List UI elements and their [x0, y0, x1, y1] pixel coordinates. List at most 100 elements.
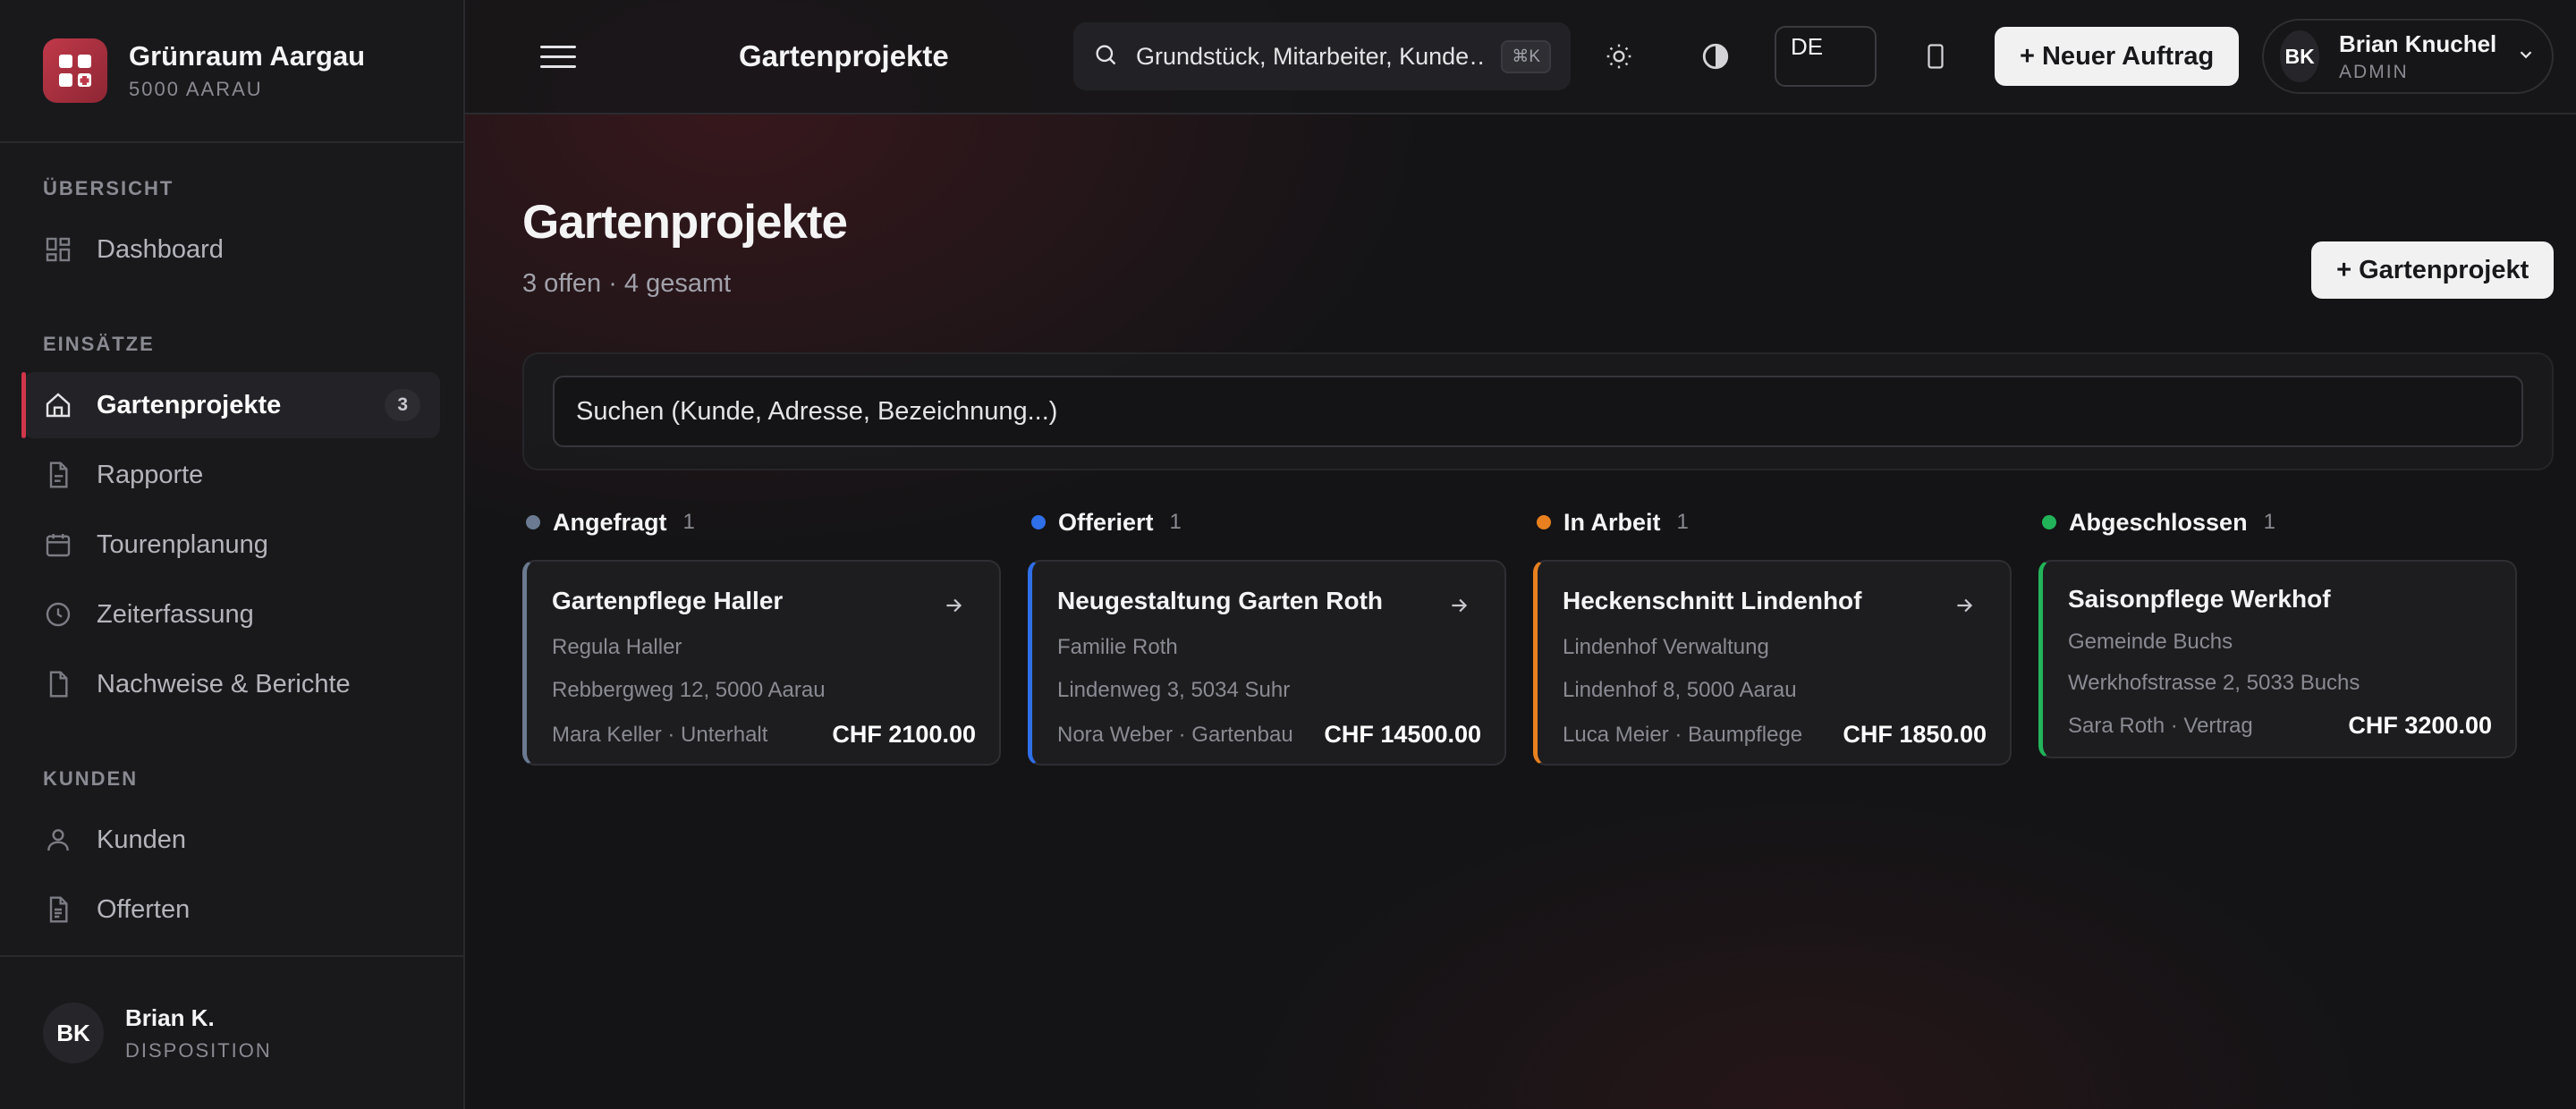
- brand-name: Grünraum Aargau: [129, 40, 366, 72]
- card-client: Familie Roth: [1057, 635, 1178, 659]
- card-title: Gartenpflege Haller: [552, 587, 784, 614]
- calendar-icon: [43, 529, 73, 560]
- sidebar-user-name: Brian K.: [125, 1003, 215, 1031]
- card-title: Neugestaltung Garten Roth: [1057, 587, 1384, 614]
- brand-sub: 5000 AARAU: [129, 78, 263, 100]
- language-select[interactable]: DE: [1775, 26, 1877, 87]
- column-abgeschlossen: Abgeschlossen 1 Saisonpflege Werkhof Gem…: [2038, 504, 2517, 766]
- search-input[interactable]: Grundstück, Mitarbeiter, Kunde…: [1136, 43, 1483, 71]
- card-address: Lindenweg 3, 5034 Suhr: [1057, 678, 1291, 702]
- column-angefragt: Angefragt 1 Gartenpflege Haller Regula H…: [522, 504, 1001, 766]
- avatar: BK: [2280, 30, 2320, 82]
- status-dot: [1031, 515, 1046, 529]
- file-text-icon: [43, 460, 73, 490]
- card-meta: Sara Roth · Vertrag: [2068, 713, 2253, 738]
- app-root: Grünraum Aargau 5000 AARAU ÜBERSICHT Das…: [0, 0, 2576, 1109]
- file-icon: [43, 669, 73, 699]
- column-title: Angefragt: [553, 508, 667, 536]
- page-subtitle: 3 offen · 4 gesamt: [522, 269, 732, 298]
- kanban-board: Angefragt 1 Gartenpflege Haller Regula H…: [522, 504, 2554, 766]
- status-dot: [1537, 515, 1551, 529]
- sidebar: Grünraum Aargau 5000 AARAU ÜBERSICHT Das…: [0, 0, 465, 1109]
- sidebar-item-kunden[interactable]: Kunden: [23, 807, 440, 873]
- column-count: 1: [1169, 510, 1182, 534]
- main-area: Gartenprojekte Grundstück, Mitarbeiter, …: [465, 0, 2576, 1109]
- sun-icon[interactable]: [1590, 28, 1648, 85]
- sidebar-item-label: Gartenprojekte: [97, 390, 282, 419]
- sidebar-nav: ÜBERSICHT Dashboard EINSÄTZE Gartenproje…: [0, 143, 463, 955]
- sidebar-item-label: Kunden: [97, 825, 186, 854]
- mobile-icon[interactable]: [1907, 28, 1964, 85]
- user-icon: [43, 825, 73, 855]
- brand-logo-icon: [43, 38, 107, 103]
- column-title: Abgeschlossen: [2069, 508, 2248, 536]
- new-order-button[interactable]: + Neuer Auftrag: [1995, 27, 2240, 86]
- sidebar-item-gartenprojekte[interactable]: Gartenprojekte 3: [21, 372, 440, 438]
- filter-bar: [522, 352, 2555, 470]
- card-client: Regula Haller: [552, 635, 682, 659]
- card-title: Saisonpflege Werkhof: [2068, 585, 2331, 613]
- sidebar-user[interactable]: BK Brian K. DISPOSITION: [0, 955, 463, 1109]
- card-meta: Mara Keller · Unterhalt: [552, 722, 768, 747]
- arrow-right-icon[interactable]: [1447, 594, 1474, 621]
- sidebar-item-zeiterfassung[interactable]: Zeiterfassung: [23, 581, 440, 648]
- column-header: Angefragt 1: [522, 504, 1001, 540]
- project-card[interactable]: Gartenpflege Haller Regula Haller Rebber…: [522, 560, 1001, 766]
- user-name: Brian Knuchel: [2339, 30, 2497, 57]
- shortcut-hint: ⌘K: [1501, 39, 1551, 73]
- column-offeriert: Offeriert 1 Neugestaltung Garten Roth Fa…: [1028, 504, 1506, 766]
- card-client: Gemeinde Buchs: [2068, 630, 2233, 654]
- card-meta: Luca Meier · Baumpflege: [1563, 722, 1803, 747]
- menu-icon[interactable]: [540, 38, 576, 74]
- home-icon: [43, 390, 73, 420]
- card-amount: CHF 2100.00: [832, 721, 976, 748]
- sidebar-item-label: Tourenplanung: [97, 529, 268, 559]
- card-amount: CHF 14500.00: [1324, 721, 1481, 748]
- arrow-right-icon[interactable]: [942, 594, 969, 621]
- search-icon: [1093, 42, 1118, 72]
- card-address: Rebbergweg 12, 5000 Aarau: [552, 678, 826, 702]
- column-header: In Arbeit 1: [1533, 504, 2012, 540]
- column-in-arbeit: In Arbeit 1 Heckenschnitt Lindenhof Lind…: [1533, 504, 2012, 766]
- card-meta: Nora Weber · Gartenbau: [1057, 722, 1293, 747]
- sidebar-item-dashboard[interactable]: Dashboard: [23, 216, 440, 283]
- sidebar-item-tourenplanung[interactable]: Tourenplanung: [23, 512, 440, 578]
- project-card[interactable]: Saisonpflege Werkhof Gemeinde Buchs Werk…: [2038, 560, 2517, 758]
- chevron-down-icon: [2516, 45, 2536, 69]
- global-search[interactable]: Grundstück, Mitarbeiter, Kunde… ⌘K: [1073, 22, 1571, 90]
- sidebar-item-label: Zeiterfassung: [97, 599, 254, 629]
- sidebar-item-rapporte[interactable]: Rapporte: [23, 442, 440, 508]
- add-project-button[interactable]: + Gartenprojekt: [2311, 241, 2555, 299]
- user-menu[interactable]: BK Brian Knuchel ADMIN: [2262, 19, 2555, 94]
- sidebar-item-label: Nachweise & Berichte: [97, 669, 351, 698]
- nav-section-title: ÜBERSICHT: [43, 177, 174, 199]
- column-title: Offeriert: [1058, 508, 1154, 536]
- document-icon: [43, 894, 73, 925]
- brand[interactable]: Grünraum Aargau 5000 AARAU: [0, 0, 463, 143]
- sidebar-item-offerten[interactable]: Offerten: [23, 876, 440, 943]
- page-content: Gartenprojekte 3 offen · 4 gesamt + Gart…: [465, 114, 2576, 766]
- sidebar-item-nachweise[interactable]: Nachweise & Berichte: [23, 651, 440, 717]
- contrast-icon[interactable]: [1687, 28, 1744, 85]
- column-count: 1: [1676, 510, 1689, 534]
- clock-icon: [43, 599, 73, 630]
- status-dot: [526, 515, 540, 529]
- project-card[interactable]: Heckenschnitt Lindenhof Lindenhof Verwal…: [1533, 560, 2012, 766]
- nav-section-title: EINSÄTZE: [43, 333, 155, 355]
- topbar-title: Gartenprojekte: [739, 39, 949, 72]
- page-title: Gartenprojekte: [522, 196, 848, 249]
- avatar: BK: [43, 1003, 104, 1063]
- page-header: Gartenprojekte 3 offen · 4 gesamt + Gart…: [522, 114, 2555, 299]
- sidebar-user-role: DISPOSITION: [125, 1038, 272, 1062]
- project-card[interactable]: Neugestaltung Garten Roth Familie Roth L…: [1028, 560, 1506, 766]
- card-address: Lindenhof 8, 5000 Aarau: [1563, 678, 1797, 702]
- column-header: Offeriert 1: [1028, 504, 1506, 540]
- column-title: In Arbeit: [1563, 508, 1661, 536]
- project-search-input[interactable]: [553, 376, 2524, 447]
- card-client: Lindenhof Verwaltung: [1563, 635, 1769, 659]
- card-title: Heckenschnitt Lindenhof: [1563, 587, 1862, 614]
- topbar: Gartenprojekte Grundstück, Mitarbeiter, …: [465, 0, 2576, 114]
- count-badge: 3: [385, 389, 420, 421]
- arrow-right-icon[interactable]: [1953, 594, 1979, 621]
- column-count: 1: [2263, 510, 2275, 534]
